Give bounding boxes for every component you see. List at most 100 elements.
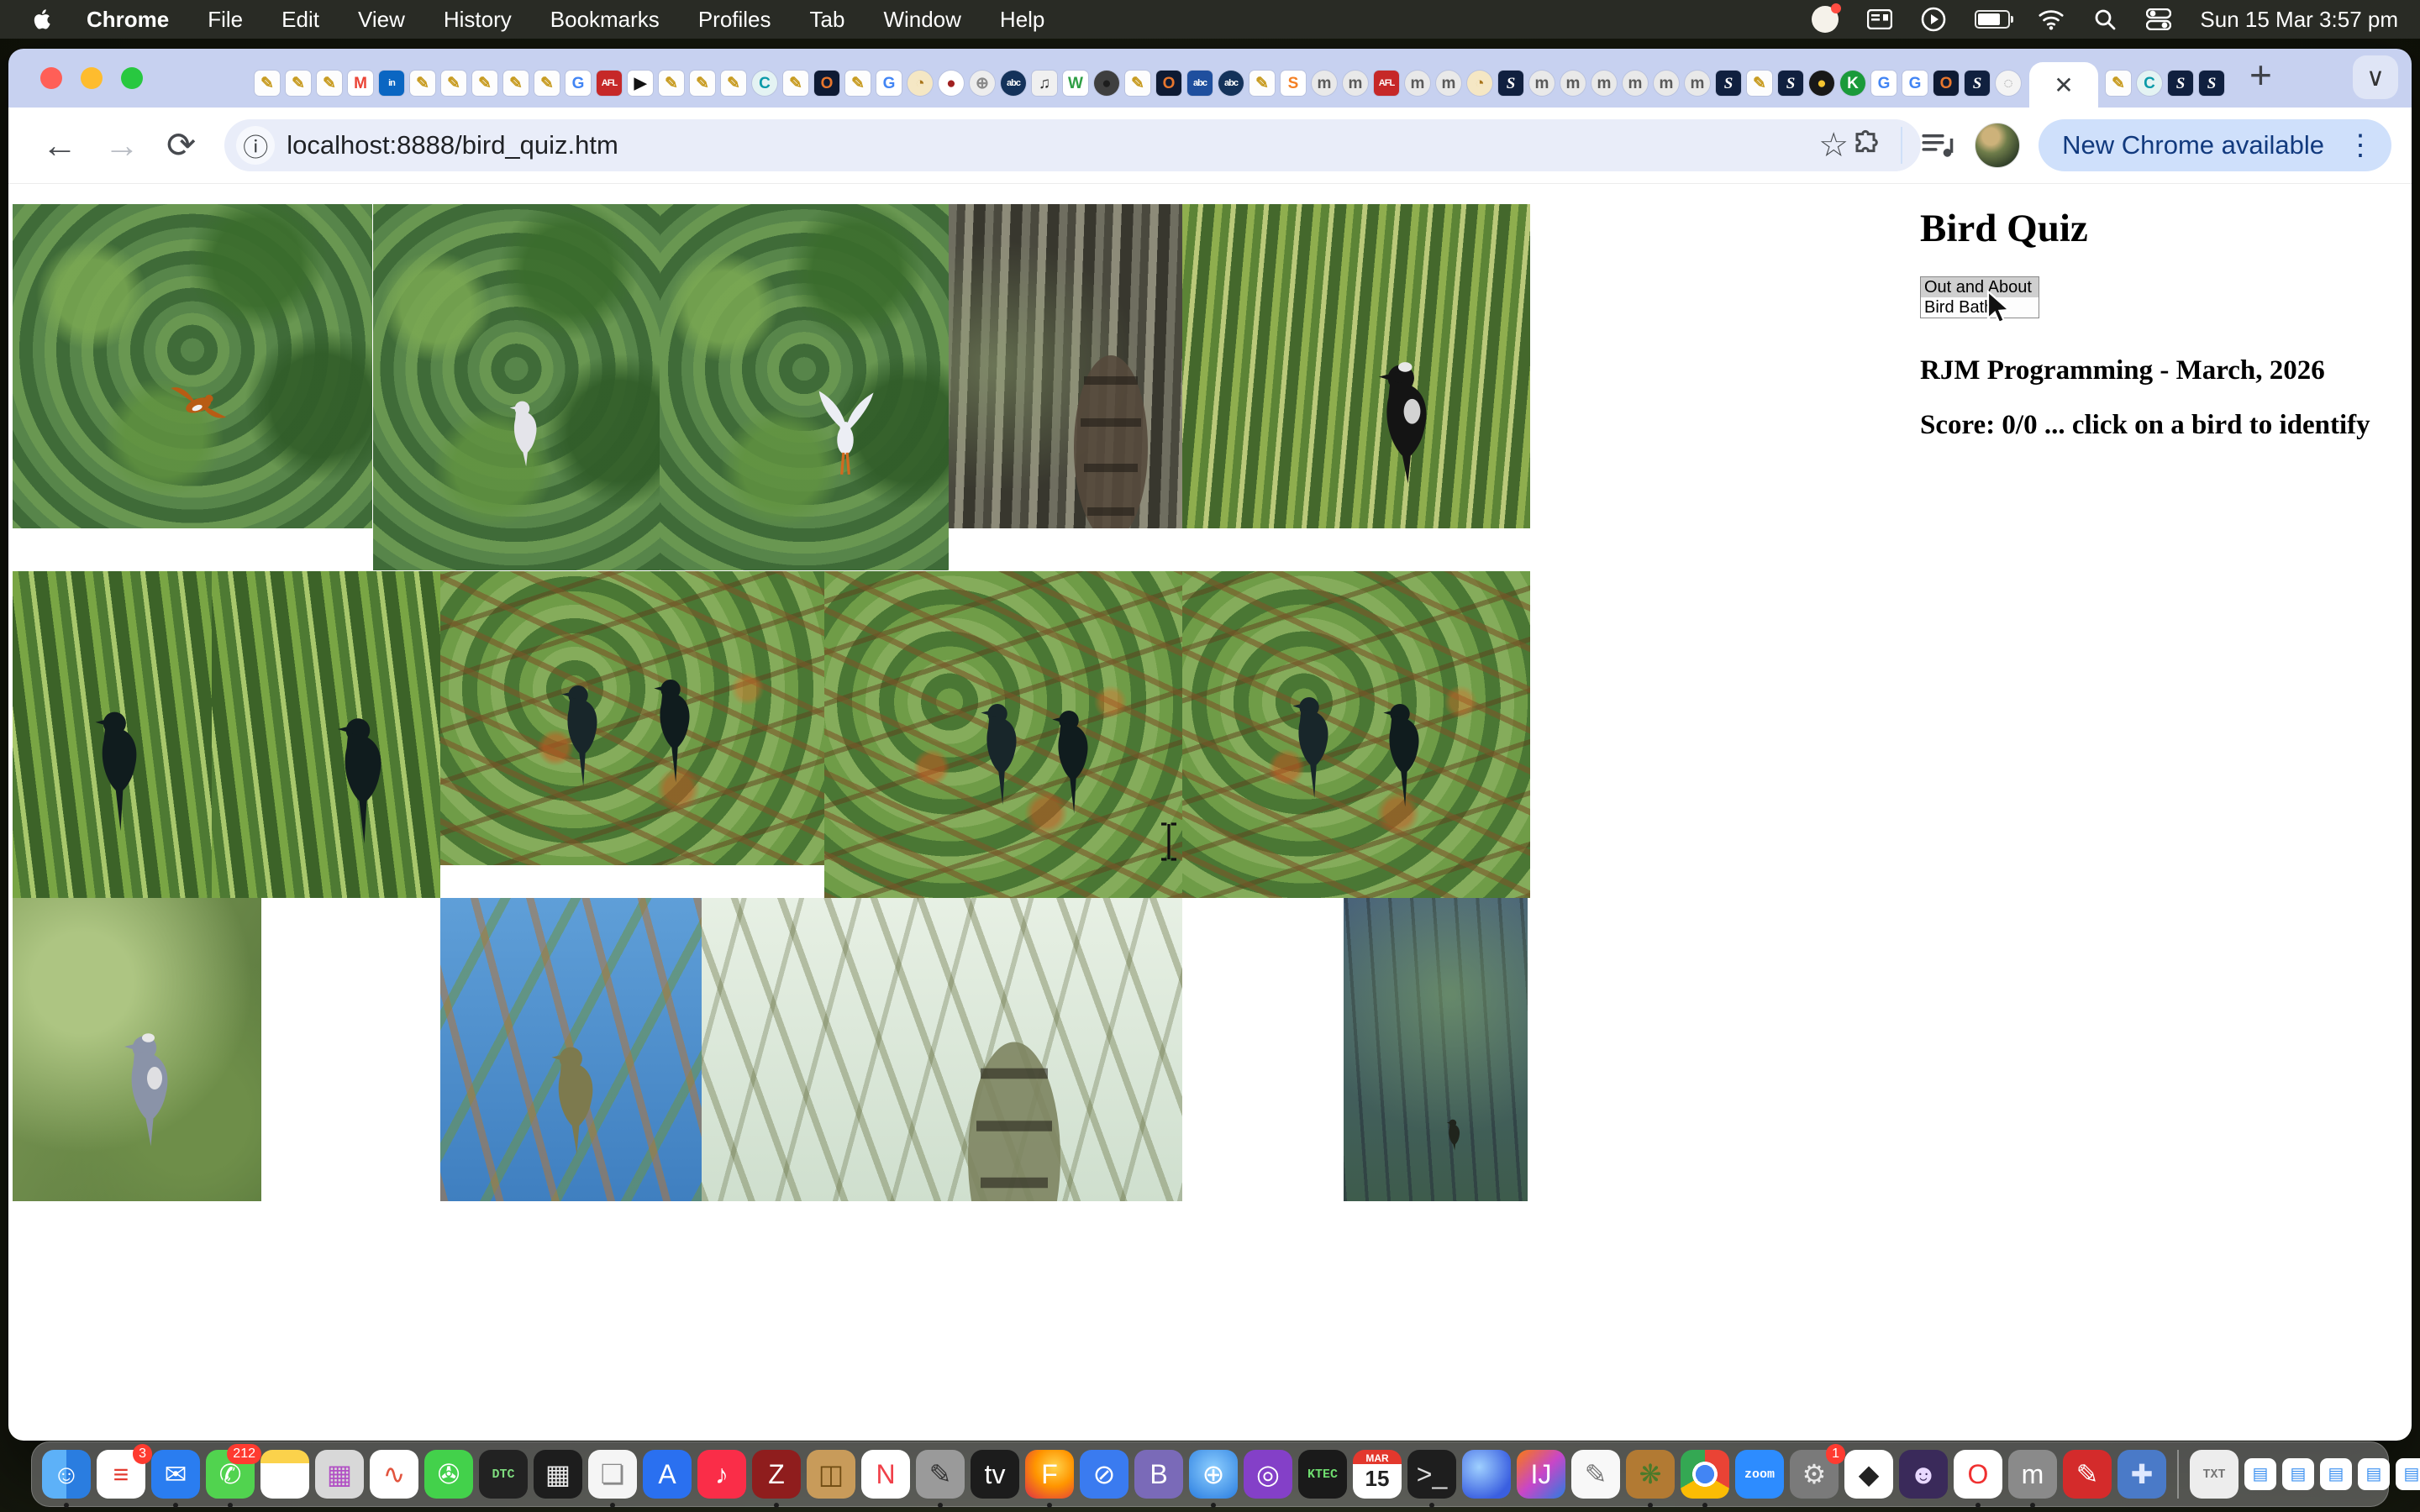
dock-apple-tv[interactable]: tv (971, 1450, 1019, 1499)
menu-bookmarks[interactable]: Bookmarks (531, 7, 679, 33)
menu-help[interactable]: Help (981, 7, 1064, 33)
browser-tab-9[interactable]: ✎ (503, 71, 529, 96)
browser-tab-39[interactable]: m (1436, 71, 1461, 96)
dock-bible-app[interactable]: B (1134, 1450, 1183, 1499)
browser-tab-35[interactable]: m (1312, 71, 1337, 96)
browser-tab-45[interactable]: m (1623, 71, 1648, 96)
profile-avatar[interactable] (1975, 123, 2020, 168)
browser-tab-24[interactable]: ⊕ (970, 71, 995, 96)
browser-tab-46[interactable]: m (1654, 71, 1679, 96)
close-window-button[interactable] (40, 67, 62, 89)
browser-tab-29[interactable]: ✎ (1125, 71, 1150, 96)
back-button[interactable]: ← (42, 128, 77, 163)
close-tab-icon[interactable]: ✕ (2054, 71, 2073, 99)
new-tab-button[interactable]: + (2249, 55, 2272, 94)
dock-dtc-app[interactable]: DTC (479, 1450, 528, 1499)
bird-photo-blurry-olive[interactable] (702, 898, 1182, 1201)
browser-tab-23[interactable]: ● (939, 71, 964, 96)
browser-tab-13[interactable]: ▶ (628, 71, 653, 96)
dock-reminders[interactable]: ≡3 (97, 1450, 145, 1499)
media-controls-icon[interactable] (1921, 130, 1956, 160)
browser-tab-6[interactable]: ✎ (410, 71, 435, 96)
browser-tab-7[interactable]: ✎ (441, 71, 466, 96)
dock-siri[interactable] (1462, 1450, 1511, 1499)
browser-tab-47[interactable]: m (1685, 71, 1710, 96)
dock-firefox[interactable]: F (1025, 1450, 1074, 1499)
browser-tab-31[interactable]: abc (1187, 71, 1213, 96)
browser-tab-22[interactable]: ◔ (908, 71, 933, 96)
reload-button[interactable]: ⟳ (166, 128, 196, 163)
menu-history[interactable]: History (424, 7, 531, 33)
browser-tab-16[interactable]: ✎ (721, 71, 746, 96)
browser-tab-14[interactable]: ✎ (659, 71, 684, 96)
dock-minimized-doc-4[interactable]: ▤ (2358, 1458, 2390, 1490)
dock-pages-document[interactable]: ❏ (588, 1450, 637, 1499)
browser-tab-28[interactable]: ● (1094, 71, 1119, 96)
dock-launchpad[interactable]: ▦ (315, 1450, 364, 1499)
wifi-icon[interactable] (2039, 7, 2064, 32)
dock-books[interactable]: ◫ (807, 1450, 855, 1499)
browser-tab-52[interactable]: K (1840, 71, 1865, 96)
menu-profiles[interactable]: Profiles (679, 7, 791, 33)
browser-tab-26[interactable]: ♫ (1032, 71, 1057, 96)
dock-facetime[interactable]: ✇ (424, 1450, 473, 1499)
dock-zoom[interactable]: zoom (1735, 1450, 1784, 1499)
browser-tab-5[interactable]: in (379, 71, 404, 96)
dock-inkscape[interactable]: ◆ (1844, 1450, 1893, 1499)
dock-podcasts[interactable]: ◎ (1244, 1450, 1292, 1499)
new-chrome-available-button[interactable]: New Chrome available ⋮ (2039, 119, 2391, 171)
dock-mail[interactable]: ✉ (151, 1450, 200, 1499)
menubar-app-icon[interactable] (1812, 6, 1839, 33)
browser-tab-37[interactable]: AFL (1374, 71, 1399, 96)
dock-messages[interactable]: ✆212 (206, 1450, 255, 1499)
dock-chrome[interactable] (1681, 1450, 1729, 1499)
bird-photo-honeyeater[interactable] (440, 898, 702, 1201)
quiz-select-option-1[interactable]: Out and About (1921, 277, 2039, 297)
search-icon[interactable] (2092, 7, 2118, 32)
browser-tab-48[interactable]: S (1716, 71, 1741, 96)
menu-window[interactable]: Window (864, 7, 980, 33)
browser-tab-4[interactable]: M (348, 71, 373, 96)
control-center-icon[interactable] (2146, 7, 2171, 32)
dock-gimp[interactable]: ✎ (916, 1450, 965, 1499)
quiz-mode-select[interactable]: Out and AboutBird Bath (1920, 276, 2039, 318)
dock-freeform[interactable]: ∿ (370, 1450, 418, 1499)
browser-tab-44[interactable]: m (1591, 71, 1617, 96)
browser-tab-40[interactable]: ◔ (1467, 71, 1492, 96)
url-text[interactable]: localhost:8888/bird_quiz.htm (287, 130, 618, 160)
browser-tab-56[interactable]: S (1965, 71, 1990, 96)
dock-minimized-doc-1[interactable]: ▤ (2244, 1458, 2276, 1490)
bird-photo-drongo-pair-2[interactable] (824, 571, 1182, 898)
browser-tab-43[interactable]: m (1560, 71, 1586, 96)
browser-tab-after-3[interactable]: S (2168, 71, 2193, 96)
browser-tab-32[interactable]: abc (1218, 71, 1244, 96)
bird-photo-rainbow-flight[interactable] (13, 204, 372, 528)
menubar-app-name[interactable]: Chrome (67, 7, 188, 33)
browser-tab-18[interactable]: ✎ (783, 71, 808, 96)
dock-app-store[interactable]: A (643, 1450, 692, 1499)
bird-photo-valley-distant[interactable] (1344, 898, 1528, 1201)
bird-photo-drongo-single-1[interactable] (13, 571, 212, 898)
menu-view[interactable]: View (339, 7, 424, 33)
browser-tab-after-4[interactable]: S (2199, 71, 2224, 96)
dock-art-app[interactable]: ❋ (1626, 1450, 1675, 1499)
dock-mamp[interactable]: m (2008, 1450, 2057, 1499)
quiz-select-option-2[interactable]: Bird Bath (1921, 297, 2039, 318)
bird-photo-white-dove[interactable] (373, 204, 660, 570)
browser-menu-dots-icon[interactable]: ⋮ (2338, 129, 2383, 162)
address-bar[interactable]: ⓘ localhost:8888/bird_quiz.htm (224, 119, 1921, 171)
browser-tab-17[interactable]: C (752, 71, 777, 96)
browser-tab-36[interactable]: m (1343, 71, 1368, 96)
play-circle-icon[interactable] (1921, 7, 1946, 32)
browser-tab-55[interactable]: O (1933, 71, 1959, 96)
menu-edit[interactable]: Edit (262, 7, 339, 33)
tab-search-chevron[interactable]: ∨ (2353, 55, 2398, 99)
active-tab[interactable]: ✕ (2029, 62, 2098, 108)
browser-tab-after-1[interactable]: ✎ (2106, 71, 2131, 96)
browser-tab-3[interactable]: ✎ (317, 71, 342, 96)
bird-photo-cuckoo-shrike[interactable] (13, 898, 261, 1201)
browser-tab-8[interactable]: ✎ (472, 71, 497, 96)
dock-music[interactable]: ♪ (697, 1450, 746, 1499)
dock-system-settings[interactable]: ⚙1 (1790, 1450, 1839, 1499)
browser-tab-20[interactable]: ✎ (845, 71, 871, 96)
